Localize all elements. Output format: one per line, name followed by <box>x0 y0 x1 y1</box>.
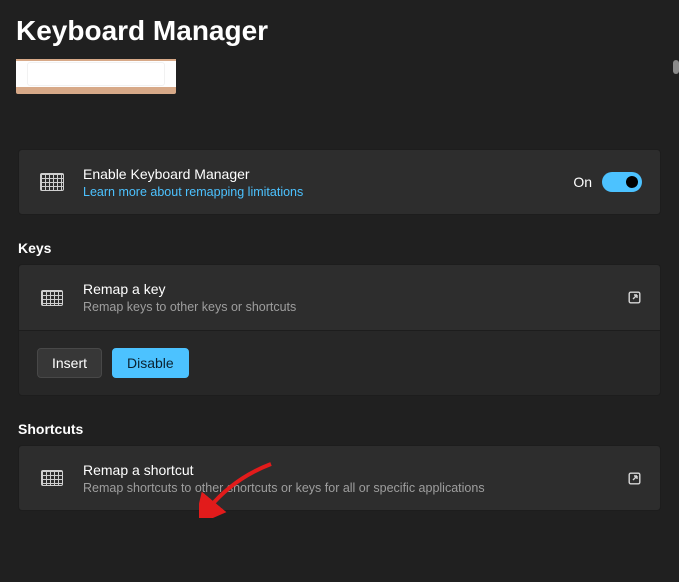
keyboard-icon <box>37 173 67 191</box>
remap-shortcut-card[interactable]: Remap a shortcut Remap shortcuts to othe… <box>18 445 661 511</box>
preview-thumbnail <box>16 59 176 94</box>
enable-card: Enable Keyboard Manager Learn more about… <box>18 149 661 215</box>
remap-key-card[interactable]: Remap a key Remap keys to other keys or … <box>18 264 661 330</box>
enable-toggle[interactable] <box>602 172 642 192</box>
keyboard-icon <box>37 470 67 486</box>
remap-shortcut-subtitle: Remap shortcuts to other shortcuts or ke… <box>83 481 611 495</box>
open-external-icon[interactable] <box>627 290 642 305</box>
page-title: Keyboard Manager <box>0 0 679 59</box>
mapping-to-key[interactable]: Disable <box>112 348 189 378</box>
toggle-state-label: On <box>573 174 592 190</box>
keyboard-icon <box>37 290 67 306</box>
learn-more-link[interactable]: Learn more about remapping limitations <box>83 185 557 199</box>
mapping-from-key[interactable]: Insert <box>37 348 102 378</box>
remap-key-subtitle: Remap keys to other keys or shortcuts <box>83 300 611 314</box>
open-external-icon[interactable] <box>627 471 642 486</box>
key-mapping-row: Insert Disable <box>18 330 661 396</box>
keys-section-label: Keys <box>18 240 661 256</box>
remap-key-title: Remap a key <box>83 281 611 297</box>
enable-title: Enable Keyboard Manager <box>83 166 557 182</box>
remap-shortcut-title: Remap a shortcut <box>83 462 611 478</box>
scrollbar-thumb[interactable] <box>673 60 679 74</box>
shortcuts-section-label: Shortcuts <box>18 421 661 437</box>
